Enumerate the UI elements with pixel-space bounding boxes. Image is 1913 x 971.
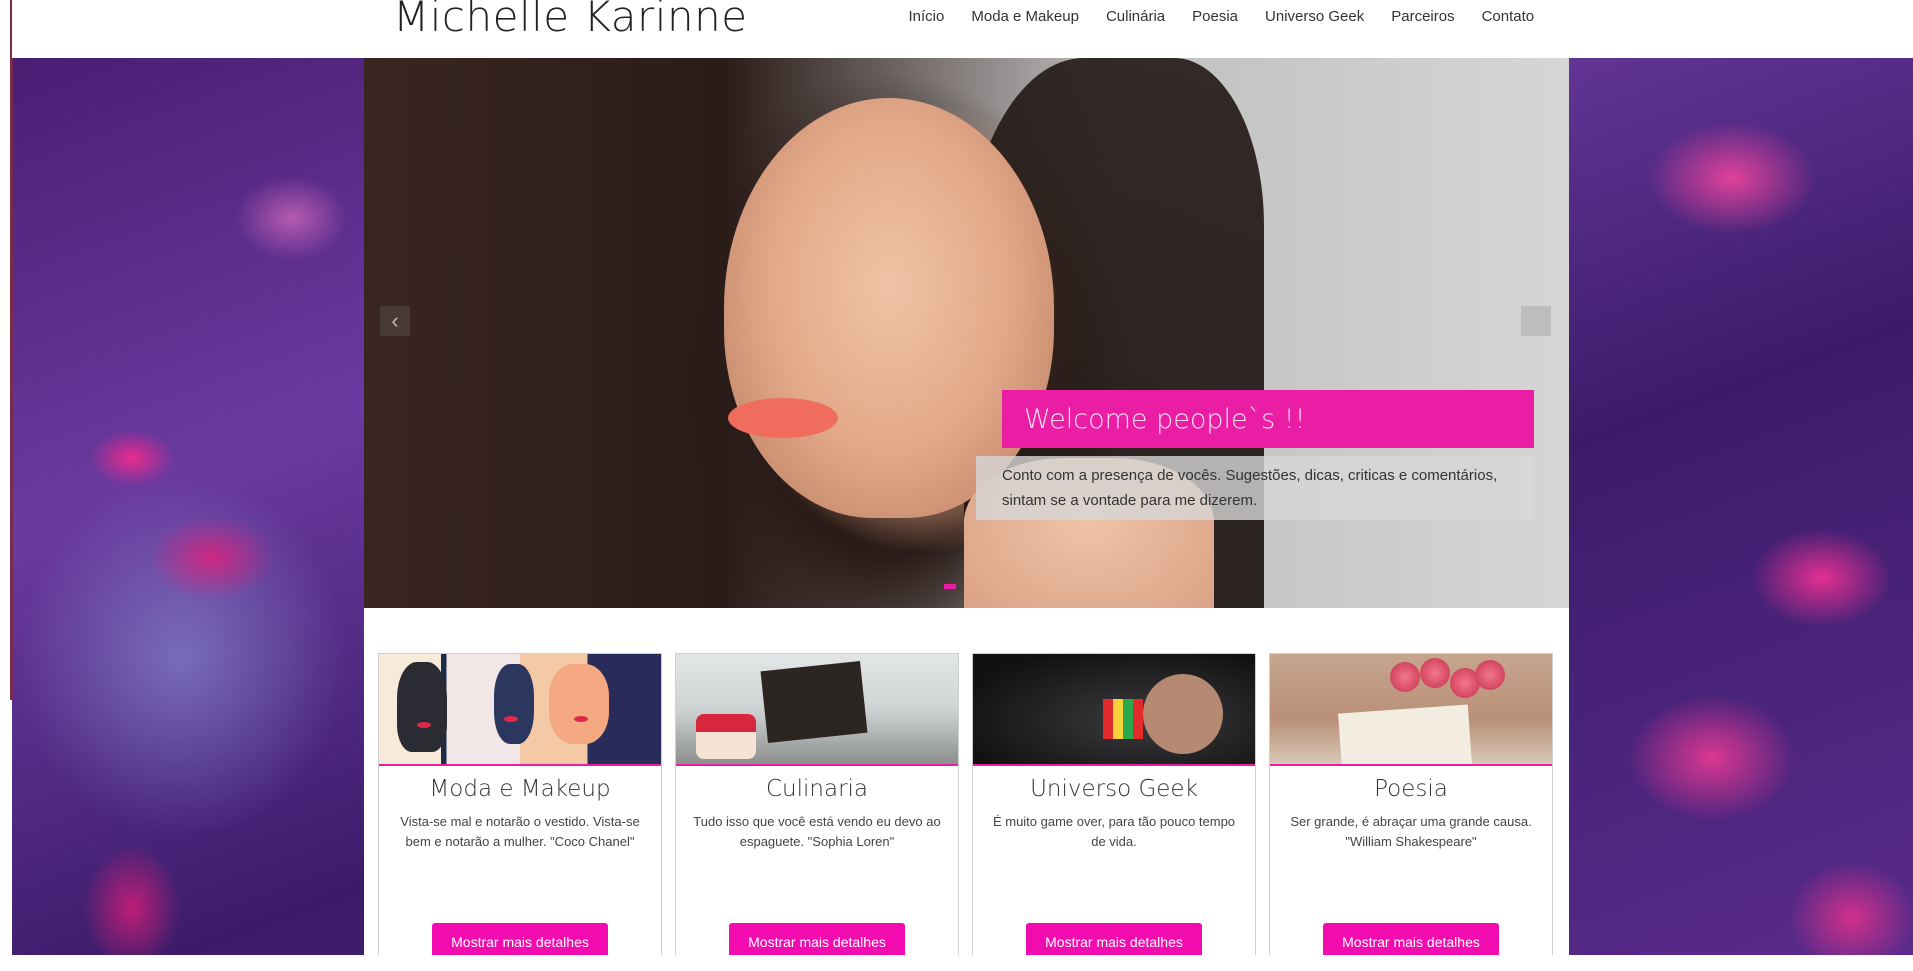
page-edge <box>10 0 13 700</box>
card-text: Ser grande, é abraçar uma grande causa. … <box>1290 814 1532 849</box>
card-text: É muito game over, para tão pouco tempo … <box>992 814 1236 849</box>
card-image-geek <box>973 654 1255 766</box>
nav-item-parceiros[interactable]: Parceiros <box>1378 8 1468 25</box>
card-title: Poesia <box>1374 776 1448 802</box>
card-image-book-roses <box>1270 654 1552 766</box>
slide-image-lips <box>728 398 838 438</box>
card-culinaria: Culinaria Tudo isso que você está vendo … <box>675 653 959 961</box>
carousel-caption-title: Welcome people`s !! <box>1002 390 1534 448</box>
site-brand[interactable]: Michelle Karinne <box>393 0 748 41</box>
nav-item-inicio[interactable]: Início <box>895 8 958 25</box>
slide-image-portrait <box>724 98 1054 518</box>
page-bottom <box>0 955 1913 971</box>
card-title: Universo Geek <box>1030 776 1198 802</box>
card-title: Moda e Makeup <box>429 776 611 802</box>
card-text: Vista-se mal e notarão o vestido. Vista-… <box>400 814 640 849</box>
card-title: Culinaria <box>765 776 869 802</box>
main-nav: Início Moda e Makeup Culinária Poesia Un… <box>895 0 1548 32</box>
nav-item-contato[interactable]: Contato <box>1468 8 1548 25</box>
carousel-next-button[interactable]: › <box>1521 306 1551 336</box>
card-moda-makeup: Moda e Makeup Vista-se mal e notarão o v… <box>378 653 662 961</box>
carousel-caption-text: Conto com a presença de vocês. Sugestões… <box>976 456 1534 520</box>
chevron-left-icon: ‹ <box>391 308 399 333</box>
carousel-prev-button[interactable]: ‹ <box>380 306 410 336</box>
card-text: Tudo isso que você está vendo eu devo ao… <box>693 814 941 849</box>
nav-item-moda-makeup[interactable]: Moda e Makeup <box>958 8 1093 25</box>
card-universo-geek: Universo Geek É muito game over, para tã… <box>972 653 1256 961</box>
carousel-indicator-active[interactable] <box>944 584 956 589</box>
card-image-cooking <box>676 654 958 766</box>
nav-item-culinaria[interactable]: Culinária <box>1092 8 1178 25</box>
card-poesia: Poesia Ser grande, é abraçar uma grande … <box>1269 653 1553 961</box>
card-image-fashion-illustration <box>379 654 661 766</box>
nav-item-poesia[interactable]: Poesia <box>1179 8 1252 25</box>
hero-carousel: ‹ › Welcome people`s !! Conto com a pres… <box>364 58 1569 608</box>
nav-item-universo-geek[interactable]: Universo Geek <box>1252 8 1378 25</box>
chevron-right-icon: › <box>1532 308 1540 333</box>
site-header: Michelle Karinne Início Moda e Makeup Cu… <box>12 0 1913 58</box>
main-content: ‹ › Welcome people`s !! Conto com a pres… <box>364 58 1569 961</box>
